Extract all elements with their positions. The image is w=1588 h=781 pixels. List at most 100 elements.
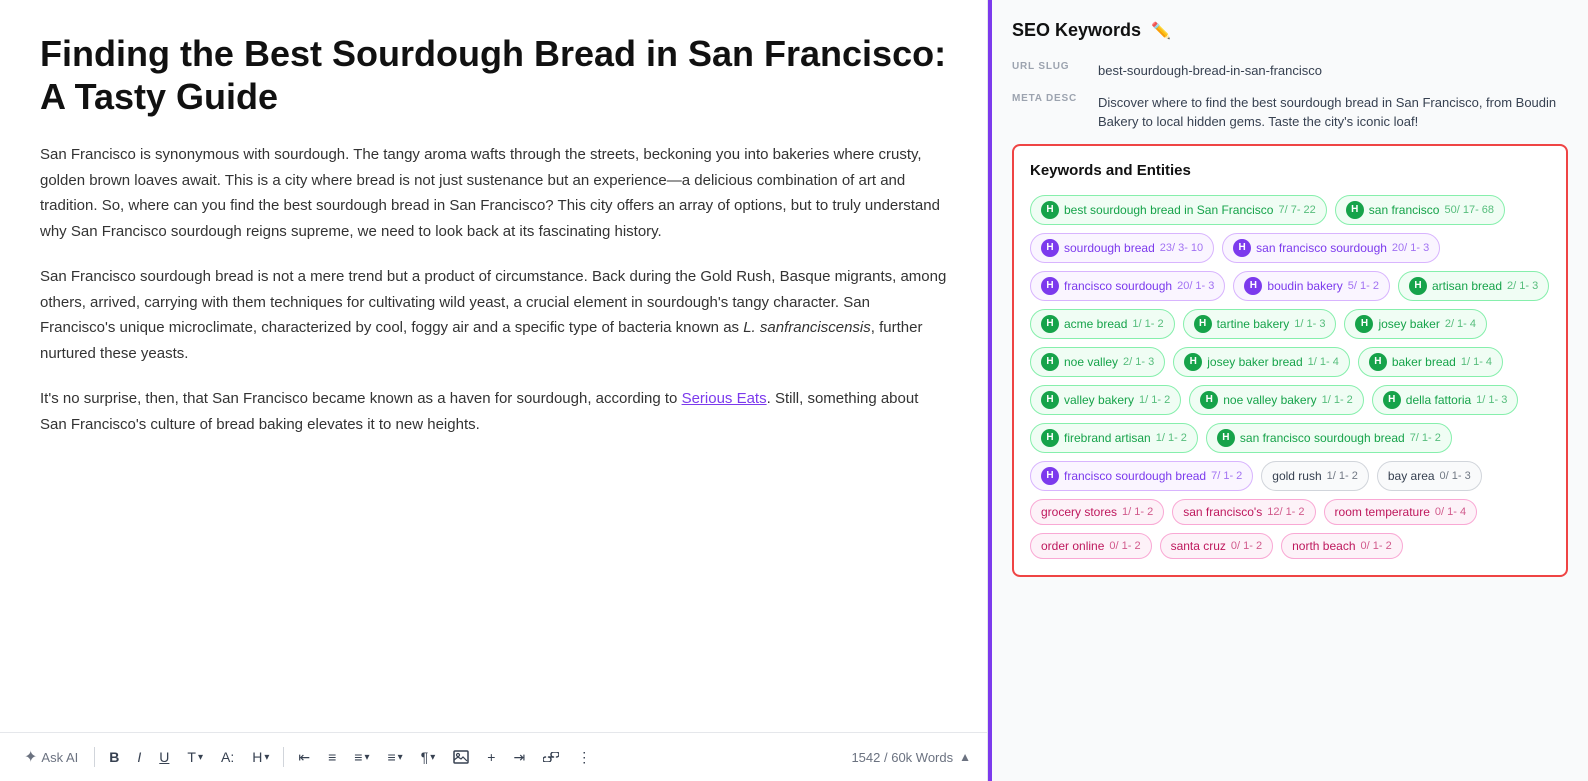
meta-desc-value: Discover where to find the best sourdoug…: [1098, 93, 1568, 132]
url-slug-value: best-sourdough-bread-in-san-francisco: [1098, 61, 1322, 81]
keyword-text: sourdough bread: [1064, 241, 1155, 255]
keyword-stats: 20/ 1- 3: [1392, 242, 1429, 254]
ai-icon: ✦: [24, 747, 37, 767]
keyword-chip[interactable]: Hartisan bread 2/ 1- 3: [1398, 271, 1549, 301]
keyword-chip[interactable]: Hnoe valley bakery 1/ 1- 2: [1189, 385, 1364, 415]
keyword-text: baker bread: [1392, 355, 1456, 369]
keyword-chip[interactable]: bay area 0/ 1- 3: [1377, 461, 1482, 491]
bullet-button[interactable]: ≡ ▾: [382, 745, 409, 769]
keyword-chip[interactable]: Hsan francisco 50/ 17- 68: [1335, 195, 1505, 225]
keyword-stats: 23/ 3- 10: [1160, 242, 1203, 254]
keyword-stats: 2/ 1- 4: [1445, 318, 1476, 330]
keyword-badge: H: [1200, 391, 1218, 409]
keyword-stats: 20/ 1- 3: [1177, 280, 1214, 292]
keyword-text: acme bread: [1064, 317, 1127, 331]
keyword-chip[interactable]: order online 0/ 1- 2: [1030, 533, 1152, 559]
keyword-chip[interactable]: Hfirebrand artisan 1/ 1- 2: [1030, 423, 1198, 453]
keyword-text: josey baker: [1378, 317, 1439, 331]
keyword-stats: 1/ 1- 2: [1132, 318, 1163, 330]
keyword-chip[interactable]: Hboudin bakery 5/ 1- 2: [1233, 271, 1390, 301]
keyword-stats: 1/ 1- 2: [1139, 394, 1170, 406]
keyword-text: best sourdough bread in San Francisco: [1064, 203, 1273, 217]
keyword-chip[interactable]: Hjosey baker 2/ 1- 4: [1344, 309, 1487, 339]
text-format-button[interactable]: T ▾: [181, 745, 209, 769]
keyword-chip[interactable]: Hnoe valley 2/ 1- 3: [1030, 347, 1165, 377]
keyword-text: san francisco: [1369, 203, 1440, 217]
keywords-title: Keywords and Entities: [1030, 162, 1550, 179]
font-size-button[interactable]: A:: [215, 745, 240, 769]
image-button[interactable]: [447, 746, 475, 768]
keyword-chip[interactable]: Hfrancisco sourdough 20/ 1- 3: [1030, 271, 1225, 301]
italic-button[interactable]: I: [131, 745, 147, 769]
keyword-text: grocery stores: [1041, 505, 1117, 519]
article-body[interactable]: San Francisco is synonymous with sourdou…: [40, 142, 947, 437]
keyword-chip[interactable]: gold rush 1/ 1- 2: [1261, 461, 1369, 491]
serious-eats-link[interactable]: Serious Eats: [682, 390, 767, 407]
chevron-up-icon: ▲: [959, 750, 971, 764]
keyword-badge: H: [1184, 353, 1202, 371]
keyword-stats: 1/ 1- 4: [1461, 356, 1492, 368]
link-button[interactable]: [537, 748, 565, 766]
keyword-chip[interactable]: Hdella fattoria 1/ 1- 3: [1372, 385, 1519, 415]
keyword-stats: 0/ 1- 2: [1231, 540, 1262, 552]
article-title: Finding the Best Sourdough Bread in San …: [40, 32, 947, 118]
keyword-chip[interactable]: Hfrancisco sourdough bread 7/ 1- 2: [1030, 461, 1253, 491]
keyword-badge: H: [1409, 277, 1427, 295]
keyword-chip[interactable]: Hvalley bakery 1/ 1- 2: [1030, 385, 1181, 415]
meta-desc-label: META DESC: [1012, 93, 1082, 104]
word-count-text: 1542 / 60k Words: [851, 750, 953, 765]
align-left-button[interactable]: ⇤: [292, 745, 316, 770]
keyword-badge: H: [1217, 429, 1235, 447]
keyword-text: francisco sourdough bread: [1064, 469, 1206, 483]
article-editor[interactable]: Finding the Best Sourdough Bread in San …: [0, 0, 988, 781]
keyword-badge: H: [1194, 315, 1212, 333]
keyword-chip[interactable]: grocery stores 1/ 1- 2: [1030, 499, 1164, 525]
keyword-stats: 1/ 1- 2: [1322, 394, 1353, 406]
keyword-text: tartine bakery: [1217, 317, 1290, 331]
keyword-stats: 0/ 1- 4: [1435, 506, 1466, 518]
keyword-chip[interactable]: san francisco's 12/ 1- 2: [1172, 499, 1315, 525]
keyword-stats: 1/ 1- 3: [1476, 394, 1507, 406]
ask-ai-button[interactable]: ✦ Ask AI: [16, 743, 86, 771]
keyword-stats: 50/ 17- 68: [1444, 204, 1494, 216]
keyword-chip[interactable]: Hjosey baker bread 1/ 1- 4: [1173, 347, 1350, 377]
text-dir-button[interactable]: ⇥: [507, 745, 531, 770]
keyword-text: north beach: [1292, 539, 1355, 553]
keyword-chip[interactable]: Hsan francisco sourdough bread 7/ 1- 2: [1206, 423, 1452, 453]
keyword-text: firebrand artisan: [1064, 431, 1151, 445]
keyword-text: boudin bakery: [1267, 279, 1342, 293]
keyword-chip[interactable]: room temperature 0/ 1- 4: [1324, 499, 1478, 525]
keyword-chip[interactable]: santa cruz 0/ 1- 2: [1160, 533, 1274, 559]
insert-button[interactable]: +: [481, 745, 501, 769]
keyword-stats: 7/ 1- 2: [1211, 470, 1242, 482]
keyword-chip[interactable]: north beach 0/ 1- 2: [1281, 533, 1403, 559]
heading-button[interactable]: H ▾: [246, 745, 275, 769]
align-center-button[interactable]: ≡: [322, 745, 342, 769]
keyword-chip[interactable]: Hsan francisco sourdough 20/ 1- 3: [1222, 233, 1440, 263]
keyword-stats: 0/ 1- 3: [1440, 470, 1471, 482]
keyword-badge: H: [1041, 239, 1059, 257]
keyword-chip[interactable]: Hbaker bread 1/ 1- 4: [1358, 347, 1503, 377]
keyword-chip[interactable]: Hsourdough bread 23/ 3- 10: [1030, 233, 1214, 263]
keyword-stats: 12/ 1- 2: [1267, 506, 1304, 518]
pencil-icon[interactable]: ✏️: [1151, 21, 1171, 41]
keyword-chip[interactable]: Hbest sourdough bread in San Francisco 7…: [1030, 195, 1327, 225]
keyword-text: della fattoria: [1406, 393, 1471, 407]
keyword-chip[interactable]: Htartine bakery 1/ 1- 3: [1183, 309, 1337, 339]
keyword-text: san francisco sourdough bread: [1240, 431, 1405, 445]
article-paragraph-2: San Francisco sourdough bread is not a m…: [40, 264, 947, 366]
keyword-text: san francisco's: [1183, 505, 1262, 519]
paragraph-button[interactable]: ¶ ▾: [415, 745, 442, 769]
keyword-badge: H: [1041, 277, 1059, 295]
ask-ai-label: Ask AI: [41, 750, 78, 765]
word-count: 1542 / 60k Words ▲: [851, 750, 971, 765]
more-button[interactable]: ⋮: [571, 745, 597, 770]
keyword-text: gold rush: [1272, 469, 1321, 483]
bold-button[interactable]: B: [103, 745, 125, 769]
underline-button[interactable]: U: [153, 745, 175, 769]
keyword-text: artisan bread: [1432, 279, 1502, 293]
keyword-chip[interactable]: Hacme bread 1/ 1- 2: [1030, 309, 1175, 339]
keyword-text: noe valley: [1064, 355, 1118, 369]
url-slug-label: URL SLUG: [1012, 61, 1082, 81]
list-button[interactable]: ≡ ▾: [348, 745, 375, 769]
